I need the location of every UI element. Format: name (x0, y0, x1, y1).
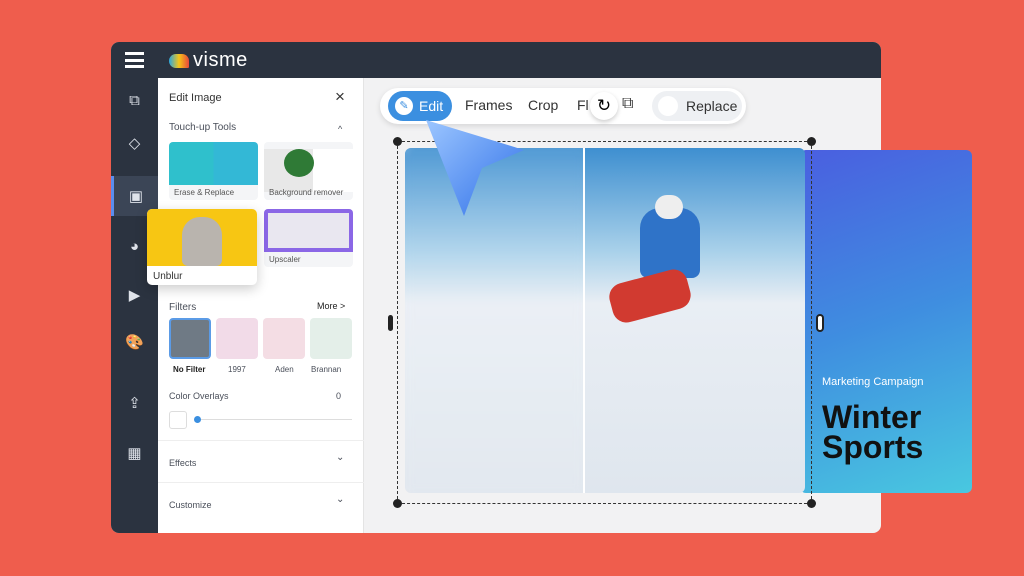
resize-handle[interactable] (807, 137, 816, 146)
tool-upscaler[interactable]: Upscaler (264, 209, 353, 267)
collapse-icon[interactable]: ^ (338, 124, 342, 134)
logo-mark-icon (169, 53, 189, 68)
replace-button[interactable]: Replace (652, 91, 742, 121)
resize-handle[interactable] (388, 315, 393, 331)
visme-logo: visme (169, 49, 248, 72)
overlay-value: 0 (336, 391, 342, 401)
resize-handle[interactable] (393, 499, 402, 508)
resize-handle[interactable] (807, 499, 816, 508)
cursor-arrow-icon (426, 120, 524, 216)
panel-title: Edit Image (169, 92, 222, 104)
filter-thumb[interactable] (263, 318, 305, 359)
copy-icon[interactable]: ⧉ (622, 95, 633, 113)
filter-label: No Filter (173, 365, 206, 374)
edit-button[interactable]: ✎ Edit (388, 91, 452, 121)
tool-unblur[interactable]: Unblur (147, 209, 257, 285)
color-swatch[interactable] (169, 411, 187, 429)
elements-icon[interactable]: ⧉ (111, 80, 158, 120)
sidebar: ⧉ ◇ ▣ ◕ ▶ 🎨 ⇪ ▦ (111, 78, 158, 533)
apps-icon[interactable]: ▦ (111, 433, 158, 473)
color-overlays-label: Color Overlays (169, 391, 229, 401)
brush-icon: ✎ (395, 97, 413, 115)
close-icon[interactable]: × (335, 87, 345, 107)
filters-label: Filters (169, 302, 197, 313)
rotate-icon[interactable]: ↻ (590, 92, 618, 120)
slider-handle[interactable] (194, 416, 201, 423)
frames-button[interactable]: Frames (465, 97, 512, 113)
shapes-icon[interactable]: ◇ (111, 123, 158, 163)
filter-label: Brannan (311, 365, 342, 374)
filter-thumb[interactable] (216, 318, 258, 359)
edit-image-panel: Edit Image × Touch-up Tools ^ Erase & Re… (158, 78, 364, 533)
upload-icon[interactable]: ⇪ (111, 383, 158, 423)
chevron-down-icon[interactable]: ⌄ (336, 452, 344, 463)
chevron-down-icon[interactable]: ⌄ (336, 494, 344, 505)
touchup-label: Touch-up Tools (169, 122, 237, 133)
overlay-slider[interactable] (196, 419, 352, 420)
card-title: Winter Sports (822, 399, 924, 465)
tool-erase-replace[interactable]: Erase & Replace (169, 142, 258, 200)
more-filters-link[interactable]: More > (317, 301, 345, 311)
crop-button[interactable]: Crop (528, 97, 558, 113)
palette-icon[interactable]: 🎨 (111, 322, 158, 362)
hamburger-icon[interactable] (125, 52, 144, 68)
tool-background-remover[interactable]: Background remover (264, 142, 353, 200)
filter-thumb[interactable] (169, 318, 211, 359)
effects-section[interactable]: Effects (169, 458, 196, 468)
resize-handle[interactable] (816, 314, 824, 332)
resize-handle[interactable] (393, 137, 402, 146)
filter-label: Aden (275, 365, 294, 374)
filter-label: 1997 (228, 365, 246, 374)
campaign-card[interactable]: Marketing Campaign Winter Sports (800, 150, 972, 493)
customize-section[interactable]: Customize (169, 500, 212, 510)
flip-button[interactable]: Fl (577, 97, 589, 113)
top-bar: visme (111, 42, 881, 78)
filter-thumb[interactable] (310, 318, 352, 359)
card-subtitle: Marketing Campaign (822, 376, 924, 388)
